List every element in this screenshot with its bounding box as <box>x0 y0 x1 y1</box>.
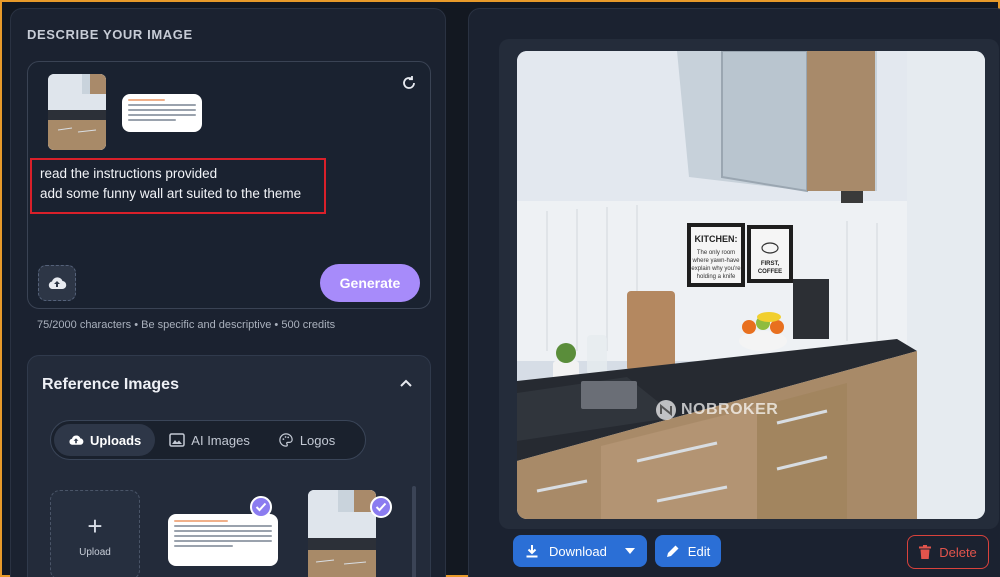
download-icon <box>526 545 538 558</box>
generate-button[interactable]: Generate <box>320 264 420 302</box>
result-image-frame: KITCHEN: The only room where yawn-have e… <box>499 39 999 529</box>
caret-down-icon <box>625 548 635 554</box>
svg-text:explain why you're: explain why you're <box>691 266 741 272</box>
svg-text:The only room: The only room <box>697 250 735 256</box>
image-icon <box>169 433 186 447</box>
attached-document-thumbnail[interactable] <box>122 94 202 132</box>
watermark: NOBROKER <box>655 399 778 421</box>
tab-logos[interactable]: Logos <box>264 424 349 456</box>
selected-check-icon[interactable] <box>250 496 272 518</box>
download-main[interactable]: Download <box>513 544 613 559</box>
svg-text:FIRST,: FIRST, <box>761 261 780 267</box>
nobroker-logo-icon <box>656 400 676 420</box>
download-button[interactable]: Download <box>513 535 647 567</box>
delete-label: Delete <box>939 544 977 560</box>
tab-logos-label: Logos <box>299 432 336 448</box>
plus-icon: + <box>87 510 103 541</box>
cloud-upload-icon <box>48 277 67 290</box>
left-panel: DESCRIBE YOUR IMAGE read the instruction… <box>10 8 446 577</box>
selected-check-icon[interactable] <box>370 496 392 518</box>
palette-icon <box>279 433 293 447</box>
edit-button[interactable]: Edit <box>655 535 721 567</box>
reference-document-image[interactable] <box>168 514 278 566</box>
edit-label: Edit <box>687 543 711 559</box>
refresh-icon[interactable] <box>400 74 418 92</box>
prompt-box: read the instructions provided add some … <box>27 61 431 309</box>
reference-kitchen-image[interactable] <box>308 490 376 577</box>
upload-attachment-button[interactable] <box>38 265 76 301</box>
tab-ai-images-label: AI Images <box>191 432 250 448</box>
reference-images-panel: Reference Images Uploads AI Images Logos… <box>27 355 431 577</box>
tab-uploads-label: Uploads <box>90 432 142 448</box>
svg-text:KITCHEN:: KITCHEN: <box>695 234 738 244</box>
attached-kitchen-thumbnail[interactable] <box>48 74 106 150</box>
svg-text:COFFEE: COFFEE <box>758 269 782 275</box>
svg-text:holding a knife: holding a knife <box>697 274 736 280</box>
reference-tabs: Uploads AI Images Logos <box>50 420 366 460</box>
character-count-info: 75/2000 characters • Be specific and des… <box>37 319 336 331</box>
delete-button[interactable]: Delete <box>907 535 989 569</box>
download-label: Download <box>549 543 607 559</box>
scrollbar[interactable] <box>412 486 416 577</box>
generated-kitchen-image[interactable]: KITCHEN: The only room where yawn-have e… <box>517 51 985 519</box>
cloud-upload-icon <box>69 435 84 445</box>
download-options-dropdown[interactable] <box>613 548 647 554</box>
prompt-input[interactable]: read the instructions provided add some … <box>30 158 326 214</box>
right-panel: KITCHEN: The only room where yawn-have e… <box>468 8 1000 577</box>
upload-card[interactable]: + Upload <box>50 490 140 577</box>
reference-images-title: Reference Images <box>42 376 179 393</box>
upload-card-label: Upload <box>79 546 111 558</box>
tab-ai-images[interactable]: AI Images <box>155 424 264 456</box>
pencil-icon <box>666 545 679 557</box>
watermark-text: NOBROKER <box>681 401 779 418</box>
tab-uploads[interactable]: Uploads <box>54 424 156 456</box>
svg-text:where yawn-have: where yawn-have <box>691 258 740 264</box>
trash-icon <box>919 545 932 559</box>
chevron-up-icon[interactable] <box>398 376 414 392</box>
section-title: DESCRIBE YOUR IMAGE <box>27 27 193 42</box>
